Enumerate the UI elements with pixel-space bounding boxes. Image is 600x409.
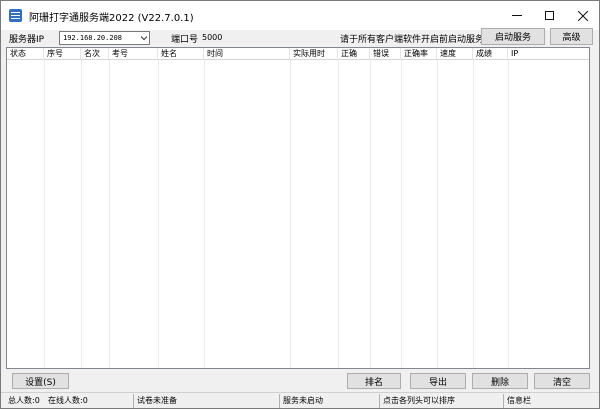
service-status: 服务未启动 [280,394,380,408]
column-header-time[interactable]: 时间 [204,48,290,60]
rank-button[interactable]: 排名 [347,373,401,389]
status-bar: 总人数:0 在线人数:0 试卷未准备 服务未启动 点击各列头可以排序 信息栏 [1,392,599,408]
port-value: 5000 [202,33,223,42]
column-header-accuracy[interactable]: 正确率 [401,48,437,60]
port-label: 端口号 [171,35,199,45]
close-icon [577,10,588,21]
column-header-actual-time[interactable]: 实际用时 [290,48,338,60]
exam-status: 试卷未准备 [134,394,280,408]
column-header-correct[interactable]: 正确 [338,48,370,60]
column-header-score[interactable]: 成绩 [473,48,508,60]
app-icon [9,9,22,22]
total-users-count: 总人数:0 [8,396,40,405]
minimize-icon [511,15,522,16]
clear-button[interactable]: 清空 [534,373,590,389]
column-header-speed[interactable]: 速度 [437,48,473,60]
table-body [44,60,509,368]
title-bar: 阿珊打字通服务端2022 (V22.7.0.1) [1,1,599,30]
advanced-button[interactable]: 高级 [550,28,593,45]
column-header-ip[interactable]: IP [508,48,589,60]
results-table[interactable]: 状态 序号 名次 考号 姓名 时间 实际用时 正确 错误 正确率 速度 成绩 I… [6,47,590,369]
chevron-down-icon [141,36,147,41]
server-ip-value: 192.168.20.208 [63,34,123,42]
info-bar: 信息栏 [507,396,531,405]
column-header-name[interactable]: 姓名 [158,48,204,60]
export-button[interactable]: 导出 [410,373,466,389]
column-header-exam-number[interactable]: 考号 [109,48,158,60]
close-button[interactable] [566,1,599,30]
sort-hint: 点击各列头可以排序 [380,394,504,408]
column-header-status[interactable]: 状态 [7,48,44,60]
column-header-errors[interactable]: 错误 [370,48,401,60]
table-header: 状态 序号 名次 考号 姓名 时间 实际用时 正确 错误 正确率 速度 成绩 I… [7,48,589,60]
column-header-index[interactable]: 序号 [44,48,81,60]
maximize-button[interactable] [533,1,566,30]
minimize-button[interactable] [500,1,533,30]
column-header-rank[interactable]: 名次 [81,48,109,60]
app-window: 阿珊打字通服务端2022 (V22.7.0.1) 服务器IP 192.168.2… [0,0,600,409]
window-title: 阿珊打字通服务端2022 (V22.7.0.1) [29,13,194,24]
delete-button[interactable]: 删除 [472,373,528,389]
settings-button[interactable]: 设置(S) [12,373,69,389]
online-users-count: 在线人数:0 [45,394,134,408]
start-hint-text: 请于所有客户端软件开启前启动服务 [340,35,485,45]
start-service-button[interactable]: 启动服务 [481,28,545,45]
server-ip-label: 服务器IP [9,35,45,45]
server-ip-select[interactable]: 192.168.20.208 [59,31,150,45]
maximize-icon [545,11,554,20]
